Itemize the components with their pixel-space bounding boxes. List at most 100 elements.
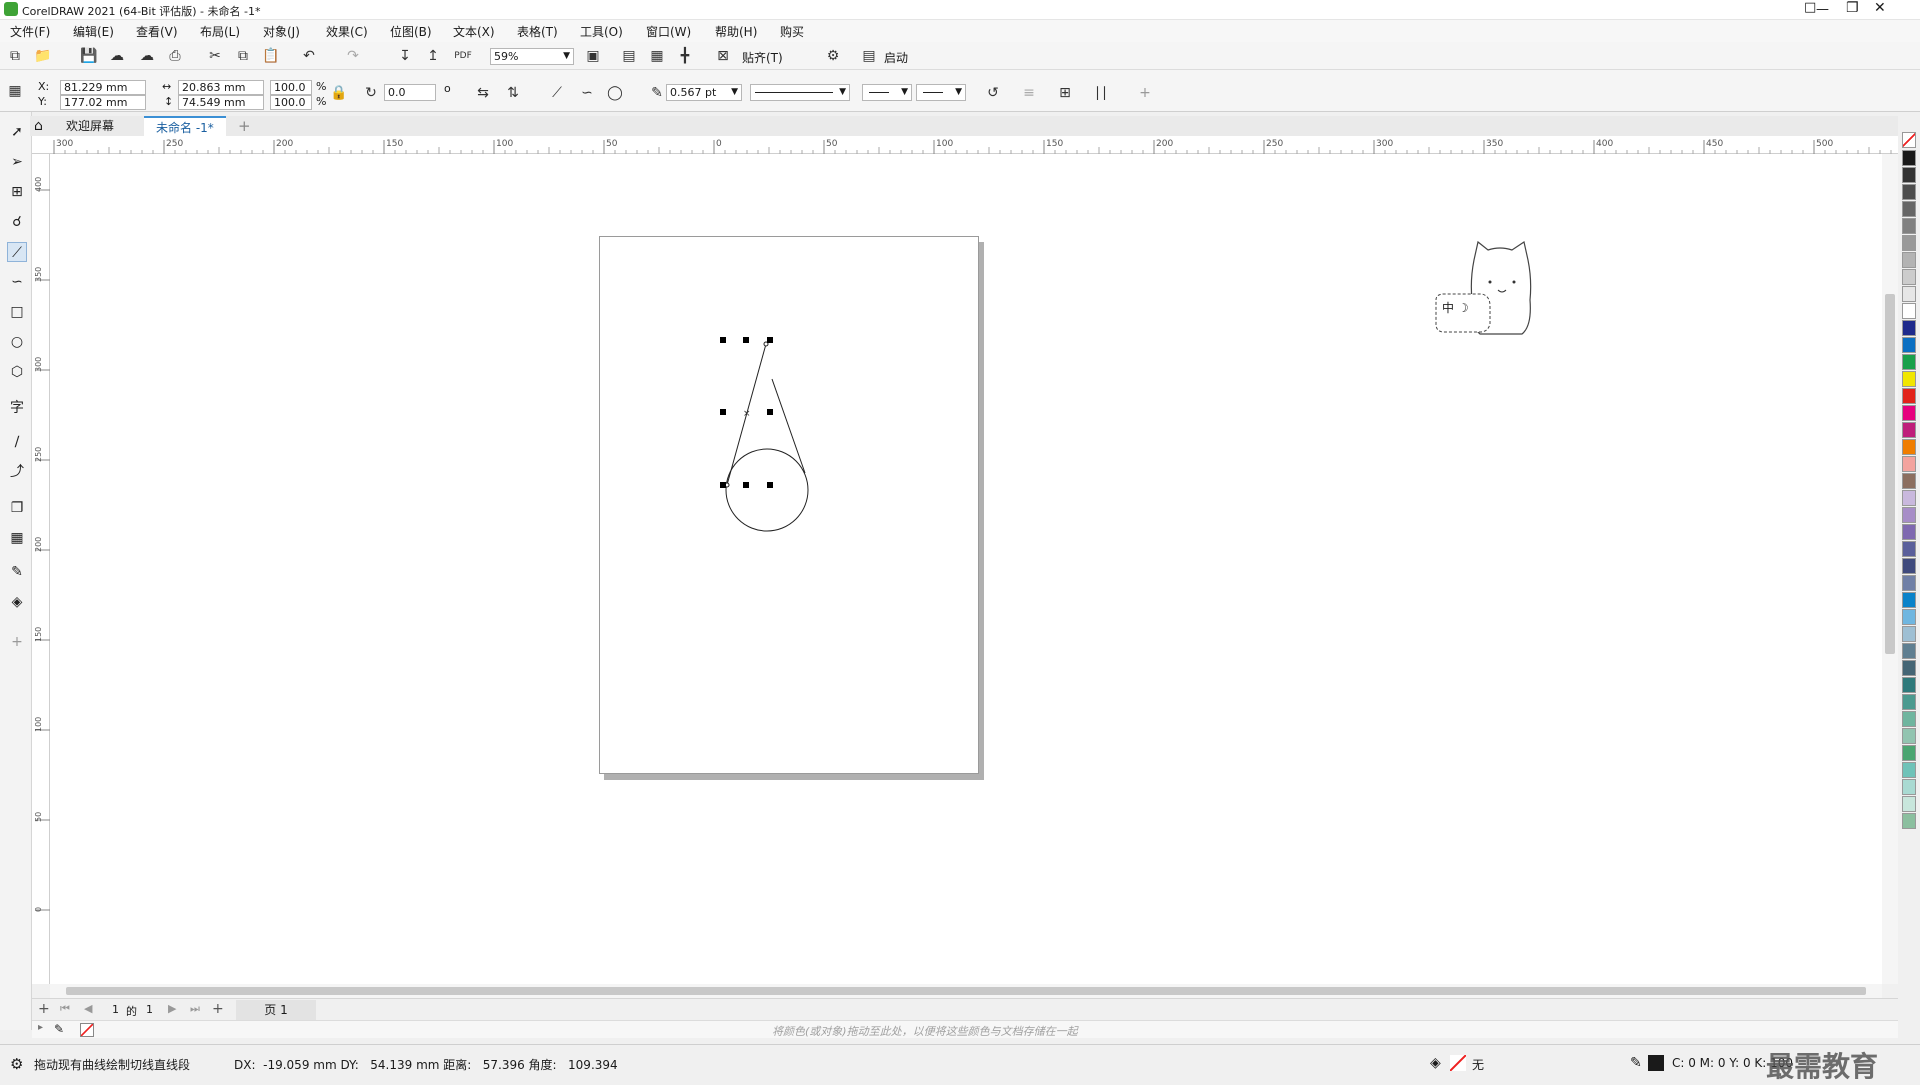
freehand-tool-icon[interactable]: ⟋ xyxy=(7,242,27,262)
copy-icon[interactable]: ⧉ xyxy=(234,47,252,65)
palette-swatch[interactable] xyxy=(1902,524,1916,540)
selection-handle-middle-left[interactable] xyxy=(720,409,726,415)
extract-subpath-icon[interactable]: ⊞ xyxy=(1056,84,1074,102)
palette-swatch[interactable] xyxy=(1902,235,1916,251)
pdf-icon[interactable]: PDF xyxy=(454,47,472,65)
menu-bitmaps[interactable]: 位图(B) xyxy=(390,23,432,40)
palette-swatch[interactable] xyxy=(1902,677,1916,693)
palette-swatch[interactable] xyxy=(1902,507,1916,523)
palette-swatch[interactable] xyxy=(1902,490,1916,506)
shape-tool-icon[interactable]: ➢ xyxy=(7,152,27,172)
palette-no-color[interactable] xyxy=(1902,132,1916,148)
menu-text[interactable]: 文本(X) xyxy=(453,23,495,40)
zoom-tool-icon[interactable]: ☌ xyxy=(7,212,27,232)
palette-swatch[interactable] xyxy=(1902,609,1916,625)
menu-view[interactable]: 查看(V) xyxy=(136,23,178,40)
height-field[interactable]: 74.549 mm xyxy=(178,95,264,110)
menu-layout[interactable]: 布局(L) xyxy=(200,23,240,40)
last-page-icon[interactable]: ⏭ xyxy=(190,1002,200,1016)
outline-pen-status-icon[interactable]: ✎ xyxy=(1630,1055,1642,1071)
menu-object[interactable]: 对象(J) xyxy=(263,23,300,40)
grid-icon[interactable]: ▦ xyxy=(648,47,666,65)
palette-swatch[interactable] xyxy=(1902,422,1916,438)
palette-swatch[interactable] xyxy=(1902,303,1916,319)
no-color-swatch[interactable] xyxy=(80,1023,94,1037)
palette-swatch[interactable] xyxy=(1902,405,1916,421)
polygon-tool-icon[interactable]: ⬡ xyxy=(7,362,27,382)
palette-swatch[interactable] xyxy=(1902,711,1916,727)
snap-to-dropdown[interactable]: 贴齐(T) xyxy=(742,49,783,66)
y-position-field[interactable]: 177.02 mm xyxy=(60,95,146,110)
paste-icon[interactable]: 📋 xyxy=(262,47,280,65)
connector-tool-icon[interactable]: ⤴ xyxy=(7,462,27,482)
outline-width-field[interactable]: 0.567 pt ▼ xyxy=(666,84,742,101)
fill-bucket-icon[interactable]: ◈ xyxy=(1430,1055,1441,1071)
undo-icon[interactable]: ↶ xyxy=(300,47,318,65)
palette-swatch[interactable] xyxy=(1902,575,1916,591)
palette-swatch[interactable] xyxy=(1902,218,1916,234)
palette-swatch[interactable] xyxy=(1902,694,1916,710)
vertical-scroll-thumb[interactable] xyxy=(1885,294,1895,654)
menu-window[interactable]: 窗口(W) xyxy=(646,23,691,40)
cloud-open-icon[interactable]: ☁ xyxy=(108,47,126,65)
palette-swatch[interactable] xyxy=(1902,558,1916,574)
width-field[interactable]: 20.863 mm xyxy=(178,80,264,95)
status-settings-icon[interactable]: ⚙ xyxy=(10,1055,23,1073)
lock-ratio-icon[interactable]: 🔒 xyxy=(330,84,348,102)
open-icon[interactable]: 📁 xyxy=(34,47,52,65)
selection-handle-top-center[interactable] xyxy=(743,337,749,343)
add-page-before-icon[interactable]: + xyxy=(38,1001,50,1017)
mirror-vertical-icon[interactable]: ⇅ xyxy=(504,84,522,102)
vertical-ruler[interactable]: 400 350 300 250 200 150 100 50 0 xyxy=(32,154,50,984)
palette-swatch[interactable] xyxy=(1902,541,1916,557)
scale-y-field[interactable]: 100.0 xyxy=(270,95,312,110)
crop-tool-icon[interactable]: ⊞ xyxy=(7,182,27,202)
palette-swatch[interactable] xyxy=(1902,167,1916,183)
new-document-icon[interactable]: ⧉ xyxy=(6,47,24,65)
palette-swatch[interactable] xyxy=(1902,252,1916,268)
line-style-select[interactable]: ▼ xyxy=(750,84,850,101)
to-curve-icon[interactable]: ∽ xyxy=(578,84,596,102)
menu-tools[interactable]: 工具(O) xyxy=(580,23,623,40)
save-icon[interactable]: 💾 xyxy=(80,47,98,65)
palette-swatch[interactable] xyxy=(1902,473,1916,489)
print-icon[interactable]: ⎙ xyxy=(166,47,184,65)
previous-page-icon[interactable]: ◀ xyxy=(84,1002,92,1015)
account-icon[interactable]: □ xyxy=(1804,0,1816,15)
palette-swatch[interactable] xyxy=(1902,320,1916,336)
selection-handle-bottom-right[interactable] xyxy=(767,482,773,488)
menu-help[interactable]: 帮助(H) xyxy=(715,23,757,40)
menu-buy[interactable]: 购买 xyxy=(780,23,804,40)
palette-swatch[interactable] xyxy=(1902,286,1916,302)
x-position-field[interactable]: 81.229 mm xyxy=(60,80,146,95)
palette-swatch[interactable] xyxy=(1902,762,1916,778)
drawing-canvas[interactable]: × 中 ☽ xyxy=(50,154,1882,984)
palette-swatch[interactable] xyxy=(1902,728,1916,744)
start-arrow-select[interactable]: ▼ xyxy=(862,84,912,101)
redo-icon[interactable]: ↷ xyxy=(344,47,362,65)
menu-table[interactable]: 表格(T) xyxy=(517,23,558,40)
mascot-cat-icon[interactable]: 中 ☽ xyxy=(1432,240,1542,340)
selection-handle-top-left[interactable] xyxy=(720,337,726,343)
add-toolbar-icon[interactable]: + xyxy=(1136,84,1154,102)
palette-swatch[interactable] xyxy=(1902,592,1916,608)
selection-handle-top-right[interactable] xyxy=(767,337,773,343)
rulers-icon[interactable]: ▤ xyxy=(620,47,638,65)
fill-none-swatch[interactable] xyxy=(1450,1055,1466,1071)
menu-edit[interactable]: 编辑(E) xyxy=(73,23,114,40)
reverse-direction-icon[interactable]: ↺ xyxy=(984,84,1002,102)
cut-icon[interactable]: ✂ xyxy=(206,47,224,65)
mirror-horizontal-icon[interactable]: ⇆ xyxy=(474,84,492,102)
palette-swatch[interactable] xyxy=(1902,643,1916,659)
palette-eyedropper-icon[interactable]: ✎ xyxy=(54,1022,64,1036)
launch-dropdown[interactable]: 启动 xyxy=(884,49,908,66)
object-origin-icon[interactable]: ▦ xyxy=(6,82,24,100)
tab-document[interactable]: 未命名 -1* xyxy=(144,116,226,136)
export-icon[interactable]: ↥ xyxy=(424,47,442,65)
to-line-icon[interactable]: ⟋ xyxy=(548,84,566,102)
add-page-after-icon[interactable]: + xyxy=(212,1001,224,1017)
menu-file[interactable]: 文件(F) xyxy=(10,23,50,40)
menu-effects[interactable]: 效果(C) xyxy=(326,23,368,40)
wrap-text-icon[interactable]: ≡ xyxy=(1020,84,1038,102)
horizontal-ruler[interactable]: 300 250 200 150 100 50 0 50 100 150 200 250 300 350 40… xyxy=(32,136,1914,154)
